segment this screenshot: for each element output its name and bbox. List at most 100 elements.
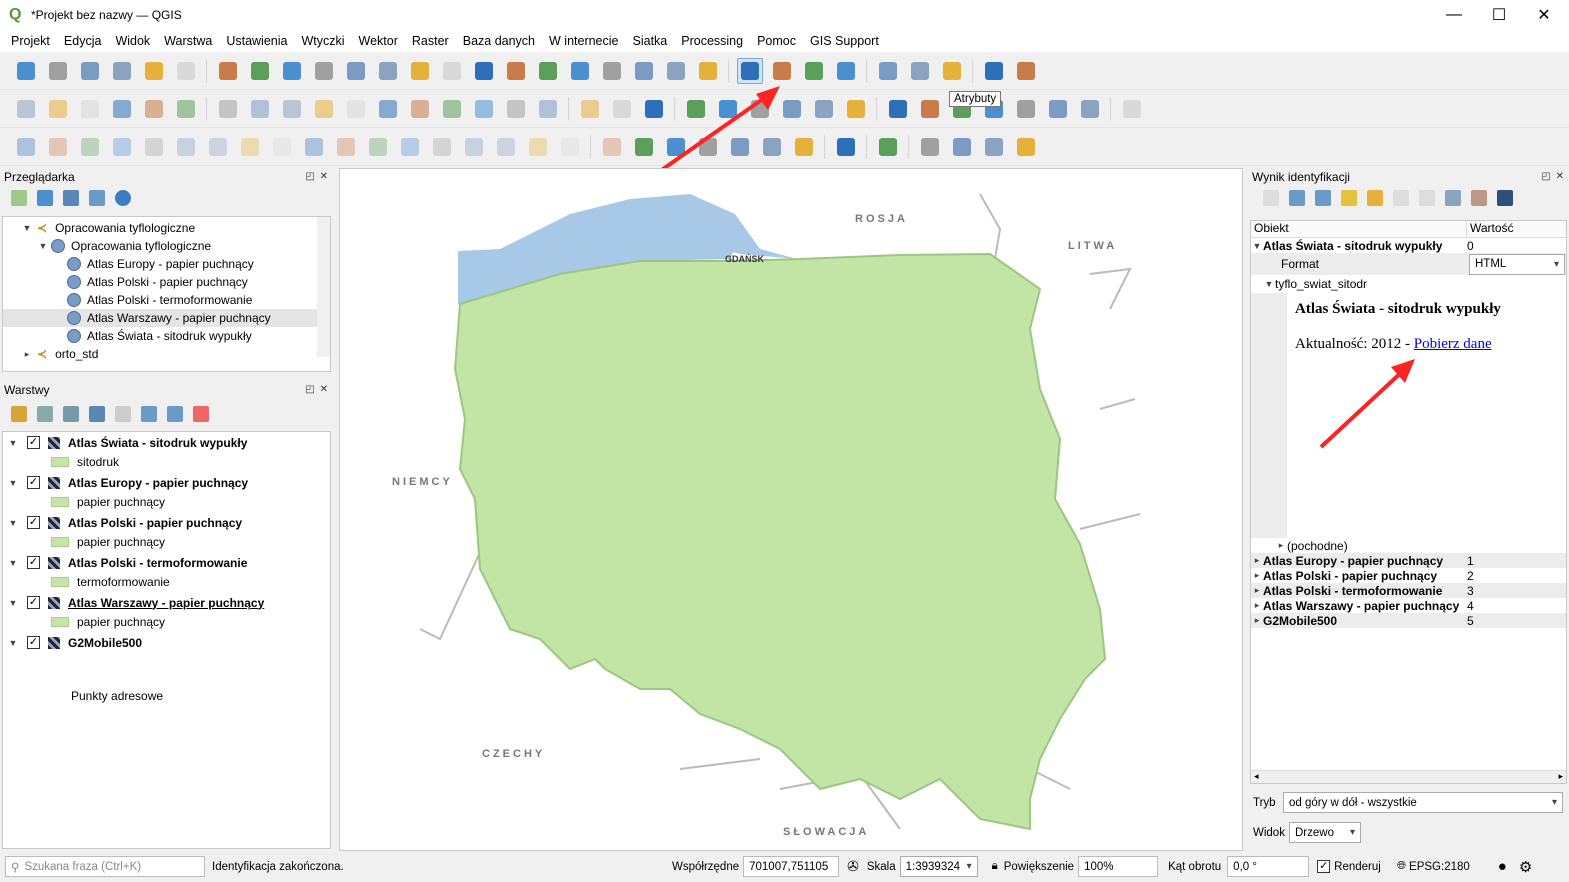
save-project-icon[interactable] (77, 58, 103, 84)
zoom-full-icon[interactable] (343, 58, 369, 84)
panel-float-close-buttons[interactable]: ◰ ✕ (1541, 171, 1565, 182)
magnifier-spinbox[interactable]: 100% (1078, 856, 1159, 877)
menu-projekt[interactable]: Projekt (4, 34, 57, 48)
menu-wektor[interactable]: Wektor (352, 34, 405, 48)
zoom-next-icon[interactable] (503, 58, 529, 84)
layer-visibility-checkbox[interactable]: ✓ (27, 596, 40, 609)
tooltip-slot-icon[interactable] (811, 96, 837, 122)
add-group-icon[interactable] (37, 406, 53, 422)
node11-icon[interactable] (429, 134, 455, 160)
binoculars-icon[interactable] (843, 96, 869, 122)
layer-row[interactable]: ▼ ✓ Atlas Polski - papier puchnący (3, 513, 330, 532)
measure-icon[interactable] (907, 58, 933, 84)
edit-icon[interactable] (109, 96, 135, 122)
minimize-button[interactable]: — (1431, 0, 1477, 30)
locator-search-input[interactable]: ⚲ Szukana fraza (Ctrl+K) (5, 856, 205, 877)
digitize-icon[interactable] (77, 96, 103, 122)
menu-raster[interactable]: Raster (405, 34, 456, 48)
collapse-all-icon[interactable] (89, 190, 105, 206)
layer-row[interactable]: ▼ ✓ Atlas Europy - papier puchnący (3, 473, 330, 492)
delete-icon[interactable] (375, 96, 401, 122)
save-edits-icon[interactable] (279, 96, 305, 122)
menu-processing[interactable]: Processing (674, 34, 750, 48)
panel-float-close-buttons[interactable]: ◰ ✕ (305, 171, 329, 182)
save-as-icon[interactable] (109, 58, 135, 84)
zoom-out-icon[interactable] (311, 58, 337, 84)
panel-float-close-buttons[interactable]: ◰ ✕ (305, 384, 329, 395)
visibility-icon[interactable] (63, 406, 79, 422)
filter-icon[interactable] (89, 406, 105, 422)
vertex-icon[interactable] (343, 96, 369, 122)
collapse-arrow-icon[interactable]: ▼ (7, 478, 19, 488)
browser-item[interactable]: Atlas Polski - termoformowanie (3, 291, 330, 309)
pan-icon[interactable] (215, 58, 241, 84)
derived-row[interactable]: ▸ (pochodne) (1251, 538, 1566, 553)
layer-visibility-checkbox[interactable]: ✓ (27, 556, 40, 569)
result-layer-row[interactable]: ▸ Atlas Polski - termoformowanie 3 (1251, 583, 1566, 598)
browser-item[interactable]: Atlas Świata - sitodruk wypukły (3, 327, 330, 345)
select-rect-icon[interactable] (45, 134, 71, 160)
select-points-icon[interactable] (77, 134, 103, 160)
info-icon[interactable] (115, 190, 131, 206)
new-layer-icon[interactable] (173, 96, 199, 122)
settings-wrench-icon[interactable] (1471, 190, 1487, 206)
result-layer-row[interactable]: ▼ Atlas Świata - sitodruk wypukły 0 (1251, 238, 1566, 253)
coordinate-field[interactable]: 701007,751105 (743, 856, 840, 877)
add-vector-icon[interactable] (13, 96, 39, 122)
service-icon[interactable] (791, 134, 817, 160)
copy-icon[interactable] (1393, 190, 1409, 206)
menu-widok[interactable]: Widok (108, 34, 157, 48)
download-icon[interactable] (875, 134, 901, 160)
maximize-button[interactable]: ☐ (1476, 0, 1522, 30)
decorations-icon[interactable] (599, 58, 625, 84)
layer-visibility-checkbox[interactable]: ✓ (27, 516, 40, 529)
select-tool-icon[interactable] (917, 134, 943, 160)
layer-visibility-checkbox[interactable]: ✓ (27, 476, 40, 489)
expand-new-icon[interactable] (1341, 190, 1357, 206)
text-annotation-icon[interactable] (1013, 58, 1039, 84)
refresh-icon[interactable] (37, 190, 53, 206)
node7-icon[interactable] (301, 134, 327, 160)
tool2-icon[interactable] (949, 134, 975, 160)
annotation-icon[interactable] (939, 58, 965, 84)
close-button[interactable]: ✕ (1521, 0, 1567, 30)
node6-icon[interactable] (269, 134, 295, 160)
column-header-value[interactable]: Wartość (1467, 221, 1514, 237)
zoom-in-icon[interactable] (279, 58, 305, 84)
browser-item[interactable]: Atlas Polski - papier puchnący (3, 273, 330, 291)
column-header-object[interactable]: Obiekt (1251, 221, 1467, 237)
open-table-icon[interactable] (875, 58, 901, 84)
locate-icon[interactable] (981, 58, 1007, 84)
grid-tool-icon[interactable] (599, 134, 625, 160)
print-layout-icon[interactable] (141, 58, 167, 84)
tool4-icon[interactable] (1013, 134, 1039, 160)
new-bookmark-icon[interactable] (535, 58, 561, 84)
remove-layer-icon[interactable] (193, 406, 209, 422)
layer-visibility-checkbox[interactable]: ✓ (27, 436, 40, 449)
download-data-link[interactable]: Pobierz dane (1414, 336, 1492, 352)
layer-row[interactable]: ▼ ✓ Atlas Polski - termoformowanie (3, 553, 330, 572)
browser-item[interactable]: ▸ ≺ orto_std (3, 345, 330, 363)
result-layer-row[interactable]: ▸ Atlas Europy - papier puchnący 1 (1251, 553, 1566, 568)
messages-icon[interactable]: ● (1498, 858, 1507, 875)
feature-row[interactable]: ▼ tyflo_swiat_sitodr (1251, 275, 1566, 293)
lock-icon[interactable]: 🔒︎ (992, 860, 998, 873)
result-layer-row[interactable]: ▸ Atlas Polski - papier puchnący 2 (1251, 568, 1566, 583)
plugin1-icon[interactable] (917, 96, 943, 122)
view-select[interactable]: Drzewo (1289, 822, 1361, 843)
expand-arrow-icon[interactable]: ▸ (21, 349, 33, 360)
settings-cog-icon[interactable] (801, 58, 827, 84)
node2-icon[interactable] (141, 134, 167, 160)
rotation-spinbox[interactable]: 0,0 ° (1227, 856, 1310, 877)
new-project-icon[interactable] (13, 58, 39, 84)
pencil-icon[interactable] (247, 96, 273, 122)
collapse-arrow-icon[interactable]: ▼ (7, 598, 19, 608)
style-manager-icon[interactable] (173, 58, 199, 84)
node13-icon[interactable] (493, 134, 519, 160)
label-icon[interactable] (577, 96, 603, 122)
tool3-icon[interactable] (981, 134, 1007, 160)
node12-icon[interactable] (461, 134, 487, 160)
layer-punkty-adresowe[interactable]: Punkty adresowe (71, 689, 163, 703)
plugin4-icon[interactable] (1013, 96, 1039, 122)
menu-baza-danych[interactable]: Baza danych (456, 34, 542, 48)
